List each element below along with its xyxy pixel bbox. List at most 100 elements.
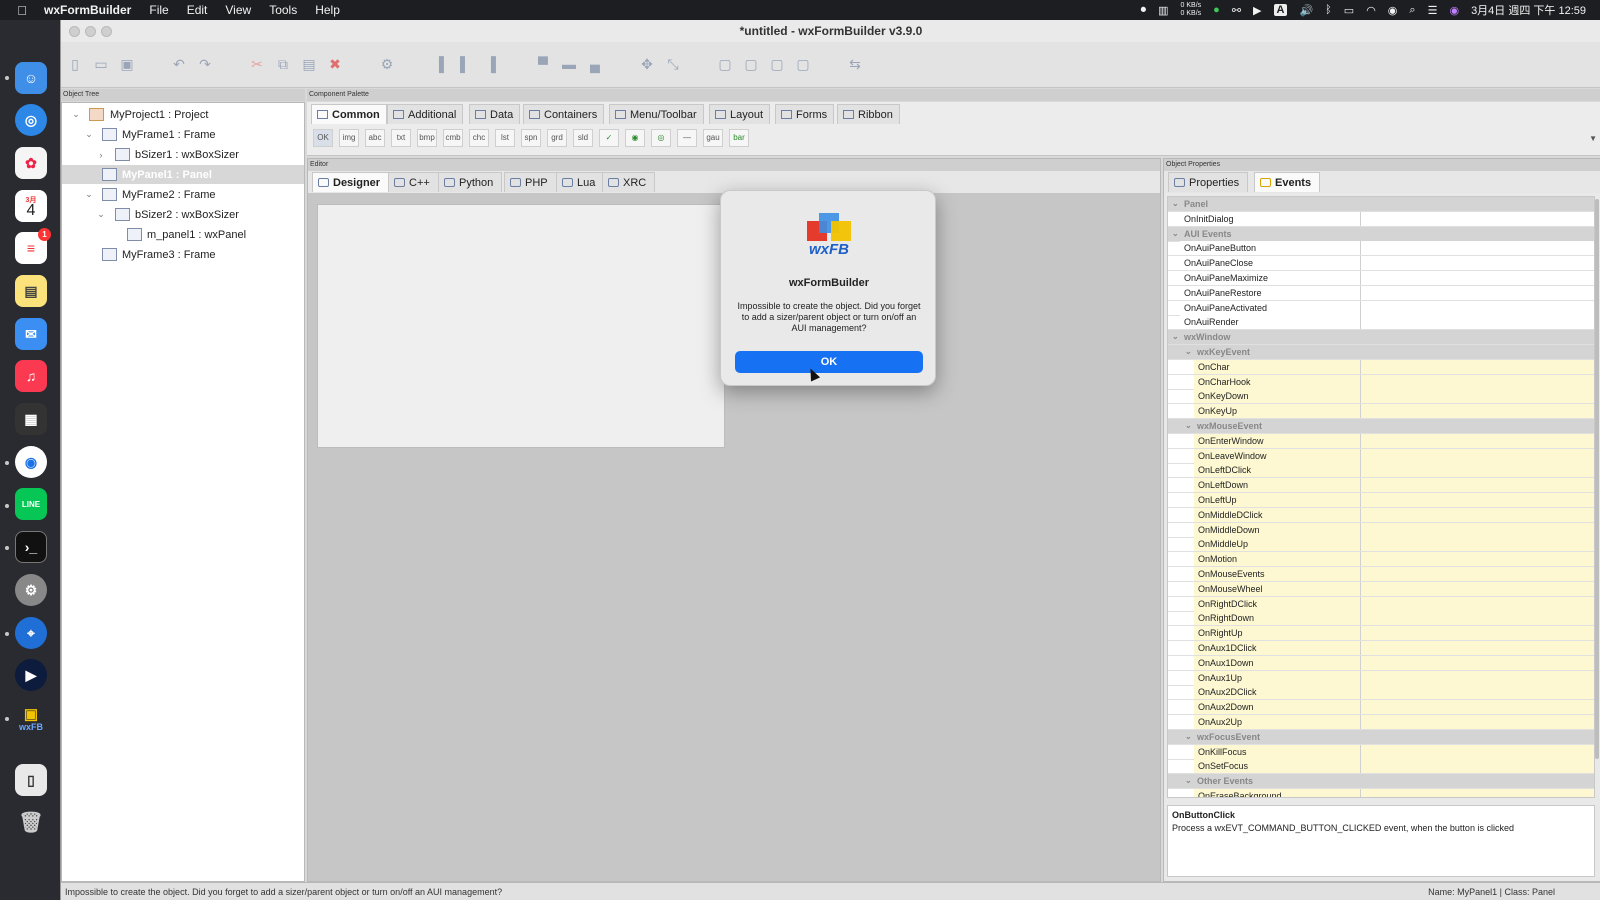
event-category-row[interactable]: ⌄ Panel (1168, 197, 1594, 212)
event-handler-value[interactable] (1360, 478, 1594, 493)
event-row[interactable]: OnAuiPaneMaximize (1168, 271, 1594, 286)
border-right-icon[interactable]: ▢ (741, 54, 761, 74)
align-middle-icon[interactable]: ▬ (559, 54, 579, 74)
event-handler-value[interactable] (1360, 389, 1594, 404)
align-bottom-icon[interactable]: ▄ (585, 54, 605, 74)
design-canvas[interactable] (317, 204, 725, 448)
user-icon[interactable]: ◉ (1388, 4, 1398, 17)
glasses-icon[interactable]: ⚯ (1232, 4, 1241, 17)
border-top-icon[interactable]: ▢ (767, 54, 787, 74)
palette-tab-menu-toolbar[interactable]: Menu/Toolbar (609, 104, 704, 124)
tree-item-wxpanel[interactable]: m_panel1 : wxPanel (62, 225, 304, 244)
event-handler-value[interactable] (1360, 685, 1594, 700)
redo-icon[interactable]: ↷ (195, 54, 215, 74)
event-row[interactable]: OnAux1DClick (1168, 641, 1594, 656)
battery-monitor-icon[interactable]: ▥ (1158, 4, 1168, 17)
event-row[interactable]: OnLeaveWindow (1168, 448, 1594, 464)
event-row[interactable]: OnAux2Down (1168, 700, 1594, 716)
event-row[interactable]: OnRightDClick (1168, 596, 1594, 612)
static-bitmap-widget-icon[interactable]: bmp (417, 129, 437, 147)
play-icon[interactable]: ▶ (1253, 4, 1261, 17)
apple-icon[interactable]:  (0, 3, 44, 18)
slider-widget-icon[interactable]: sld (573, 129, 593, 147)
palette-tab-ribbon[interactable]: Ribbon (837, 104, 900, 124)
category-toggle-icon[interactable]: ⌄ (1172, 227, 1179, 241)
event-row[interactable]: OnSetFocus (1168, 759, 1594, 775)
safari-icon[interactable]: ◎ (15, 104, 47, 136)
mail-icon[interactable]: ✉ (15, 318, 47, 350)
event-row[interactable]: OnAux2DClick (1168, 685, 1594, 701)
tab-php[interactable]: PHP (504, 172, 557, 192)
tree-item-frame[interactable]: ⌄ MyFrame1 : Frame (62, 125, 304, 144)
event-handler-value[interactable] (1360, 463, 1594, 478)
event-category-row[interactable]: ⌄ Other Events (1168, 774, 1594, 790)
event-category-row[interactable]: ⌄ wxFocusEvent (1168, 729, 1594, 745)
event-handler-value[interactable] (1360, 271, 1594, 285)
system-preferences-icon[interactable]: ⚙ (15, 574, 47, 606)
combo-box-widget-icon[interactable]: cmb (443, 129, 463, 147)
text-ctrl-widget-icon[interactable]: txt (391, 129, 411, 147)
palette-tab-containers[interactable]: Containers (523, 104, 605, 124)
event-row[interactable]: OnLeftUp (1168, 493, 1594, 508)
event-handler-value[interactable] (1360, 374, 1594, 389)
tab-properties[interactable]: Properties (1168, 172, 1249, 192)
save-project-icon[interactable]: ▣ (117, 54, 137, 74)
music-icon[interactable]: ♫ (15, 360, 47, 392)
tab-python[interactable]: Python (438, 172, 503, 192)
event-handler-value[interactable] (1360, 655, 1594, 670)
tree-toggle-icon[interactable]: › (96, 150, 106, 160)
terminal-icon[interactable]: ›_ (15, 531, 47, 563)
checkbox-widget-icon[interactable]: ✓ (599, 129, 619, 147)
category-toggle-icon[interactable]: ⌄ (1185, 774, 1192, 788)
category-toggle-icon[interactable]: ⌄ (1185, 730, 1192, 744)
calculator-icon[interactable]: ▦ (15, 403, 47, 435)
menubar-app-name[interactable]: wxFormBuilder (44, 3, 131, 17)
bluetooth-icon[interactable]: ᛒ (1325, 4, 1332, 16)
swap-icon[interactable]: ⇆ (845, 54, 865, 74)
static-text-widget-icon[interactable]: abc (365, 129, 385, 147)
border-bottom-icon[interactable]: ▢ (793, 54, 813, 74)
event-row[interactable]: OnEraseBackground (1168, 789, 1594, 797)
paste-icon[interactable]: ▤ (299, 54, 319, 74)
event-row[interactable]: OnMouseWheel (1168, 581, 1594, 597)
close-window-button[interactable] (69, 26, 80, 37)
event-row[interactable]: OnAuiPaneRestore (1168, 285, 1594, 301)
control-center-icon[interactable]: ☰ (1428, 4, 1438, 17)
menu-file[interactable]: File (149, 3, 168, 17)
copy-icon[interactable]: ⧉ (273, 54, 293, 74)
photos-icon[interactable]: ✿ (15, 147, 47, 179)
menu-view[interactable]: View (225, 3, 251, 17)
event-handler-value[interactable] (1360, 507, 1594, 522)
event-row[interactable]: OnLeftDown (1168, 478, 1594, 494)
notes-icon[interactable]: ▤ (15, 275, 47, 307)
tab-xrc[interactable]: XRC (602, 172, 656, 192)
event-handler-value[interactable] (1360, 537, 1594, 552)
category-toggle-icon[interactable]: ⌄ (1185, 419, 1192, 433)
event-category-row[interactable]: ⌄ AUI Events (1168, 226, 1594, 242)
documents-folder-icon[interactable]: ▯ (15, 764, 47, 796)
event-row[interactable]: OnMiddleUp (1168, 537, 1594, 553)
category-toggle-icon[interactable]: ⌄ (1172, 197, 1179, 211)
stretch-icon[interactable]: ⤡ (663, 54, 683, 74)
list-box-widget-icon[interactable]: lst (495, 129, 515, 147)
tree-item-sizer[interactable]: › bSizer1 : wxBoxSizer (62, 145, 304, 164)
event-handler-value[interactable] (1360, 315, 1594, 330)
event-row[interactable]: OnAuiPaneClose (1168, 256, 1594, 272)
palette-tab-additional[interactable]: Additional (387, 104, 464, 124)
line-status-icon[interactable]: ● (1213, 4, 1220, 16)
align-center-icon[interactable]: ▌ (455, 54, 475, 74)
event-category-row[interactable]: ⌄ wxKeyEvent (1168, 345, 1594, 360)
event-handler-value[interactable] (1360, 300, 1594, 315)
chrome-icon[interactable]: ◉ (15, 446, 47, 478)
event-row[interactable]: OnAuiPaneActivated (1168, 300, 1594, 316)
wifi-icon[interactable]: ◠ (1366, 4, 1376, 17)
palette-tab-layout[interactable]: Layout (709, 104, 771, 124)
event-row[interactable]: OnChar (1168, 359, 1594, 375)
event-category-row[interactable]: ⌄ wxWindow (1168, 330, 1594, 346)
align-right-icon[interactable]: ▐ (481, 54, 501, 74)
menubar-clock[interactable]: 3月4日 週四 下午 12:59 (1471, 2, 1586, 18)
choice-widget-icon[interactable]: chc (469, 129, 489, 147)
grid-widget-icon[interactable]: grd (547, 129, 567, 147)
event-handler-value[interactable] (1360, 433, 1594, 448)
event-row[interactable]: OnRightUp (1168, 626, 1594, 642)
